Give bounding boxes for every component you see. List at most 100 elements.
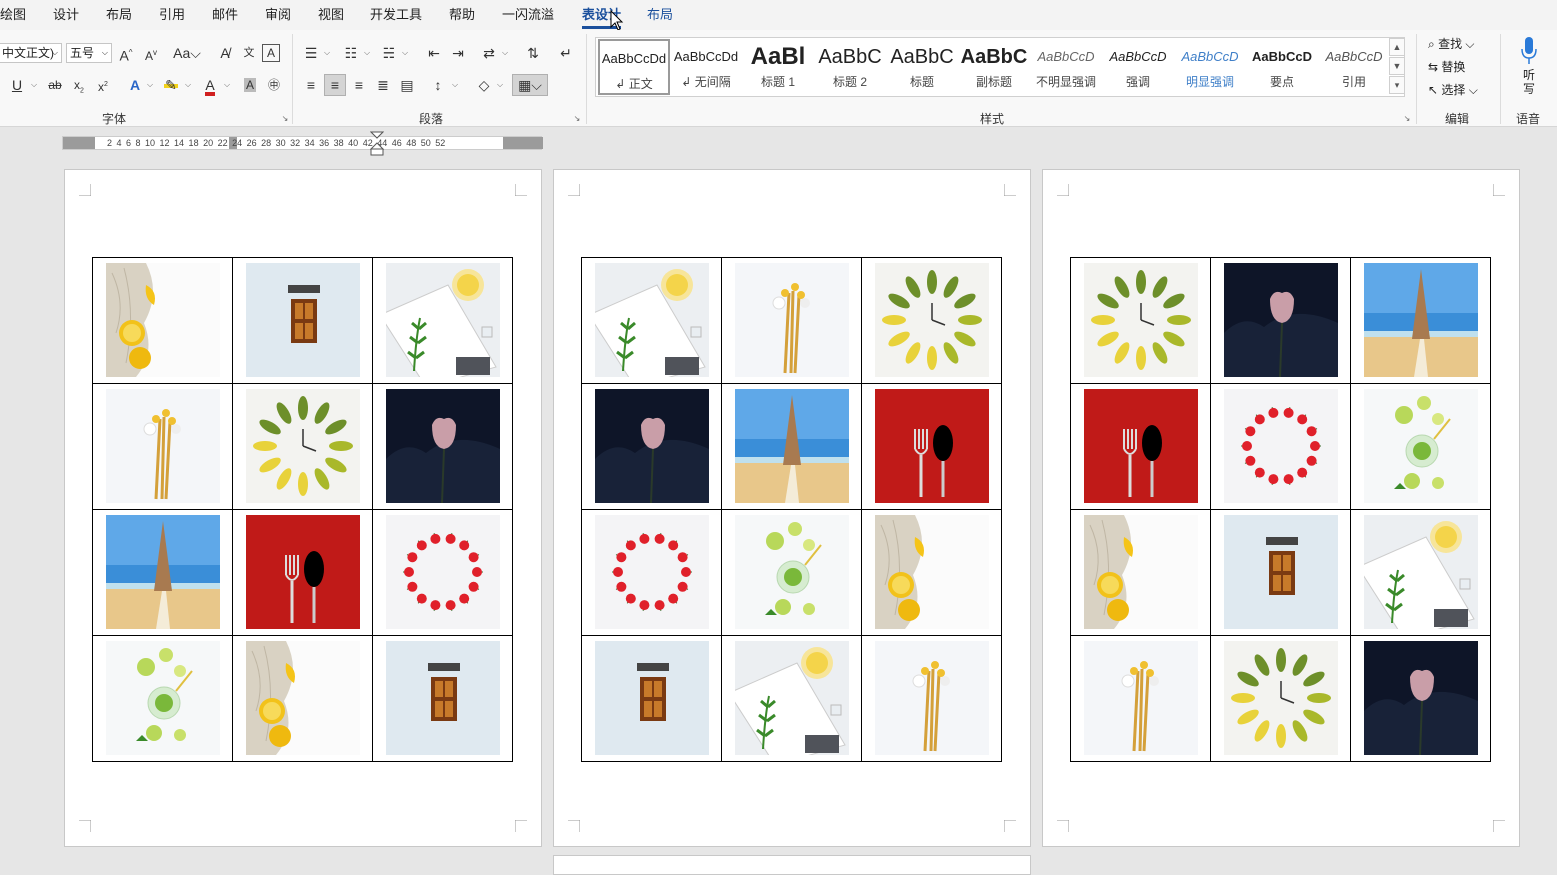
cell-image[interactable] [106, 641, 220, 755]
table-cell[interactable] [721, 635, 862, 762]
chevron-down-icon[interactable]: ⌵ [495, 80, 505, 90]
line-spacing-icon[interactable]: ↕ [427, 74, 449, 96]
cell-image[interactable] [1224, 263, 1338, 377]
cell-image[interactable] [246, 263, 360, 377]
tab-draw[interactable]: 绘图 [0, 0, 26, 30]
tab-developer[interactable]: 开发工具 [370, 0, 422, 30]
style-emphasis[interactable]: AaBbCcD 强调 [1102, 39, 1174, 95]
cell-image[interactable] [595, 641, 709, 755]
table-cell[interactable] [721, 257, 862, 384]
justify-icon[interactable]: ≣ [372, 74, 394, 96]
table-cell[interactable] [581, 383, 722, 510]
table-cell[interactable] [232, 257, 373, 384]
horizontal-ruler[interactable]: 2 4 6 8 10 12 14 18 20 22 24 26 28 30 32… [62, 131, 543, 156]
tab-yishan[interactable]: 一闪流溢 [502, 0, 554, 30]
cell-image[interactable] [386, 263, 500, 377]
cell-image[interactable] [1224, 515, 1338, 629]
cell-image[interactable] [386, 389, 500, 503]
cell-image[interactable] [246, 641, 360, 755]
shrink-font-icon[interactable]: Av [140, 42, 162, 64]
strikethrough-icon[interactable]: ab [44, 74, 66, 96]
cell-image[interactable] [1084, 641, 1198, 755]
image-grid-table[interactable] [92, 257, 513, 762]
cell-image[interactable] [246, 389, 360, 503]
underline-icon[interactable]: U [6, 74, 28, 96]
tab-view[interactable]: 视图 [318, 0, 344, 30]
highlight-icon[interactable]: ✎ [160, 74, 182, 96]
cell-image[interactable] [875, 641, 989, 755]
tab-mailings[interactable]: 邮件 [212, 0, 238, 30]
clear-format-icon[interactable]: A̸ [214, 42, 236, 64]
table-cell[interactable] [861, 635, 1002, 762]
cell-image[interactable] [1084, 389, 1198, 503]
phonetic-guide-icon[interactable]: 文 [238, 42, 260, 64]
microphone-icon[interactable] [1519, 36, 1539, 66]
cell-image[interactable] [386, 515, 500, 629]
decrease-indent-icon[interactable]: ⇤ [423, 42, 445, 64]
cell-image[interactable] [595, 515, 709, 629]
table-cell[interactable] [861, 509, 1002, 636]
change-case-icon[interactable]: Aa⌵ [172, 42, 202, 64]
tab-help[interactable]: 帮助 [449, 0, 475, 30]
sort-icon[interactable]: ⇅ [522, 42, 544, 64]
char-border-icon[interactable]: A [262, 44, 280, 62]
table-cell[interactable] [372, 509, 513, 636]
multilevel-list-icon[interactable]: ☵ [378, 42, 400, 64]
cell-image[interactable] [735, 263, 849, 377]
char-shading-icon[interactable]: A [239, 74, 261, 96]
table-cell[interactable] [92, 257, 233, 384]
cell-image[interactable] [1364, 263, 1478, 377]
table-cell[interactable] [861, 257, 1002, 384]
chevron-down-icon[interactable]: ⌵ [222, 80, 232, 90]
table-cell[interactable] [1350, 635, 1491, 762]
font-color-icon[interactable]: A [199, 74, 221, 96]
table-cell[interactable] [581, 635, 722, 762]
table-cell[interactable] [1350, 383, 1491, 510]
cell-image[interactable] [735, 515, 849, 629]
table-cell[interactable] [1210, 509, 1351, 636]
cell-image[interactable] [1084, 515, 1198, 629]
increase-indent-icon[interactable]: ⇥ [447, 42, 469, 64]
tab-review[interactable]: 审阅 [265, 0, 291, 30]
dictate-button[interactable]: 听写 [1522, 68, 1536, 96]
superscript-icon[interactable]: x2 [92, 74, 114, 96]
tab-design[interactable]: 设计 [53, 0, 79, 30]
indent-marker-icon[interactable] [370, 131, 384, 157]
table-cell[interactable] [1350, 257, 1491, 384]
table-cell[interactable] [1070, 257, 1211, 384]
style-title[interactable]: AaBbC 标题 [886, 39, 958, 95]
tab-references[interactable]: 引用 [159, 0, 185, 30]
table-cell[interactable] [861, 383, 1002, 510]
cell-image[interactable] [106, 515, 220, 629]
cell-image[interactable] [735, 389, 849, 503]
text-direction-icon[interactable]: ⇄ [478, 42, 500, 64]
chevron-down-icon[interactable]: ⌵ [500, 48, 510, 58]
tab-layout[interactable]: 布局 [106, 0, 132, 30]
cell-image[interactable] [386, 641, 500, 755]
cell-image[interactable] [1364, 641, 1478, 755]
styles-expand-icon[interactable]: ▾ [1389, 76, 1405, 94]
image-grid-table[interactable] [581, 257, 1002, 762]
cell-image[interactable] [735, 641, 849, 755]
table-cell[interactable] [581, 509, 722, 636]
image-grid-table[interactable] [1070, 257, 1491, 762]
distributed-icon[interactable]: ▤ [396, 74, 418, 96]
table-cell[interactable] [1210, 383, 1351, 510]
style-no-spacing[interactable]: AaBbCcDd ↲ 无间隔 [670, 39, 742, 95]
chevron-down-icon[interactable]: ⌵ [322, 48, 332, 58]
table-cell[interactable] [92, 509, 233, 636]
cell-image[interactable] [875, 389, 989, 503]
select-button[interactable]: ↖ 选择 ⌵ [1428, 80, 1478, 100]
style-subtle-emphasis[interactable]: AaBbCcD 不明显强调 [1030, 39, 1102, 95]
table-cell[interactable] [232, 383, 373, 510]
styles-scroll-down-icon[interactable]: ▼ [1389, 57, 1405, 75]
cell-image[interactable] [875, 263, 989, 377]
cell-image[interactable] [595, 389, 709, 503]
cell-image[interactable] [106, 389, 220, 503]
find-button[interactable]: ⌕ 查找 ⌵ [1428, 34, 1475, 54]
enclose-char-icon[interactable]: ㊥ [263, 74, 285, 96]
cell-image[interactable] [1224, 641, 1338, 755]
style-normal[interactable]: AaBbCcDd ↲ 正文 [598, 39, 670, 95]
table-cell[interactable] [581, 257, 722, 384]
numbering-icon[interactable]: ☷ [340, 42, 362, 64]
